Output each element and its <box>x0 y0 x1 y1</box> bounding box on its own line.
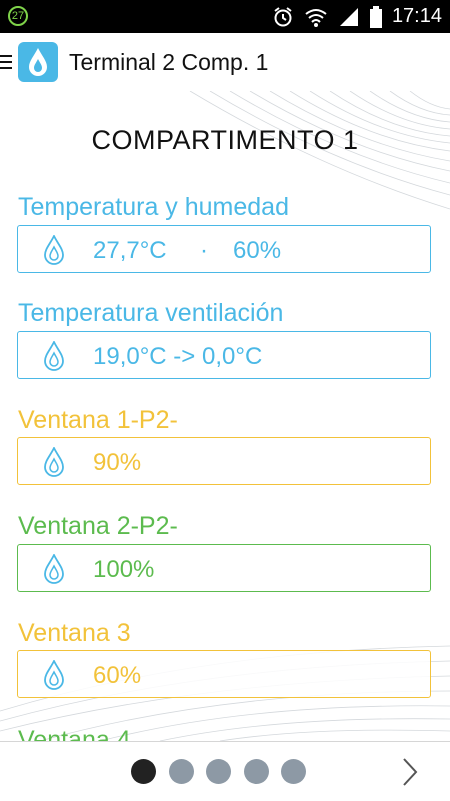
bottom-pager-bar <box>0 741 450 801</box>
alarm-icon <box>274 6 292 26</box>
water-drop-icon <box>44 554 64 584</box>
value-box-ventana-1[interactable]: 90% <box>17 437 431 485</box>
page-dot-2[interactable] <box>169 759 194 784</box>
value-box-temperatura-humedad[interactable]: 27,7°C · 60% <box>17 225 431 273</box>
section-label-ventana-1: Ventana 1-P2- <box>18 406 178 434</box>
app-title: Terminal 2 Comp. 1 <box>69 49 269 75</box>
chevron-right-icon[interactable] <box>400 757 420 787</box>
ventana-1-value: 90% <box>93 449 142 476</box>
app-bar: Terminal 2 Comp. 1 <box>0 33 450 91</box>
ventilation-value: 19,0°C -> 0,0°C <box>93 343 263 370</box>
ventana-3-value: 60% <box>93 662 142 689</box>
main-content: COMPARTIMENTO 1 Temperatura y humedad 27… <box>0 91 450 741</box>
wifi-icon <box>305 8 327 27</box>
battery-icon <box>369 5 382 28</box>
ventana-2-value: 100% <box>93 556 155 583</box>
page-dot-3[interactable] <box>206 759 231 784</box>
water-drop-icon <box>44 660 64 690</box>
section-label-temperatura-humedad: Temperatura y humedad <box>18 193 289 221</box>
value-box-ventana-3[interactable]: 60% <box>17 650 431 698</box>
water-drop-icon[interactable] <box>18 42 58 82</box>
section-label-ventana-4: Ventana 4 <box>18 726 131 741</box>
water-drop-icon <box>44 235 64 265</box>
temperature-value: 27,7°C <box>93 237 167 264</box>
page-dot-4[interactable] <box>244 759 269 784</box>
water-drop-icon <box>44 341 64 371</box>
section-label-ventana-3: Ventana 3 <box>18 619 131 647</box>
page-dot-5[interactable] <box>281 759 306 784</box>
status-time: 17:14 <box>391 5 442 27</box>
water-drop-icon <box>44 447 64 477</box>
humidity-value: 60% <box>233 237 282 264</box>
hamburger-icon[interactable] <box>0 55 12 69</box>
notification-badge: 27 <box>8 6 28 26</box>
signal-icon <box>339 7 358 26</box>
page-dot-1[interactable] <box>131 759 156 784</box>
value-box-temperatura-ventilacion[interactable]: 19,0°C -> 0,0°C <box>17 331 431 379</box>
page-title: COMPARTIMENTO 1 <box>91 125 359 155</box>
status-bar: 27 17:14 <box>0 0 450 33</box>
section-label-ventana-2: Ventana 2-P2- <box>18 512 178 540</box>
value-box-ventana-2[interactable]: 100% <box>17 544 431 592</box>
value-separator: · <box>200 237 208 264</box>
section-label-temperatura-ventilacion: Temperatura ventilación <box>18 299 284 327</box>
